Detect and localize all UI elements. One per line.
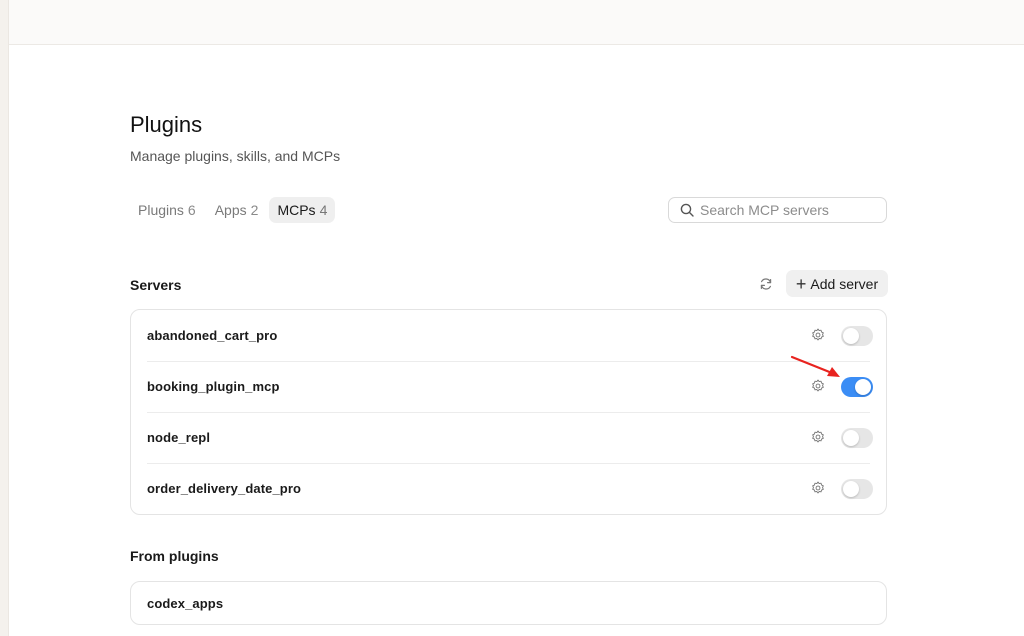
tab-label: Plugins xyxy=(138,202,184,218)
server-name: order_delivery_date_pro xyxy=(147,481,302,496)
tab-mcps[interactable]: MCPs 4 xyxy=(269,197,336,223)
add-server-label: Add server xyxy=(810,275,879,292)
plugin-server-row[interactable]: codex_apps xyxy=(131,582,886,624)
tab-apps[interactable]: Apps 2 xyxy=(207,197,267,223)
tab-count: 4 xyxy=(319,202,328,218)
tab-label: Apps xyxy=(214,202,247,218)
toggle-knob xyxy=(843,481,859,497)
servers-section-title: Servers xyxy=(130,277,182,293)
gear-icon[interactable] xyxy=(811,379,825,393)
server-row: order_delivery_date_pro xyxy=(131,463,886,514)
toggle-knob xyxy=(843,328,859,344)
tab-label: MCPs xyxy=(277,202,316,218)
servers-list: abandoned_cart_pro booking_plugin_mcp no… xyxy=(130,309,887,515)
plugin-server-name: codex_apps xyxy=(147,595,224,611)
server-row: abandoned_cart_pro xyxy=(131,310,886,361)
toggle-knob xyxy=(855,379,871,395)
tab-count: 6 xyxy=(187,202,196,218)
add-server-button[interactable]: + Add server xyxy=(786,270,888,297)
server-row: node_repl xyxy=(131,412,886,463)
page-subtitle: Manage plugins, skills, and MCPs xyxy=(130,148,341,164)
app-window: Plugins Manage plugins, skills, and MCPs… xyxy=(8,0,1024,636)
top-bar xyxy=(9,0,1024,45)
page-title: Plugins xyxy=(130,112,203,137)
server-name: node_repl xyxy=(147,430,211,445)
enable-toggle[interactable] xyxy=(841,479,873,499)
tab-bar: Plugins 6 Apps 2 MCPs 4 xyxy=(130,197,338,225)
enable-toggle[interactable] xyxy=(841,377,873,397)
server-name: abandoned_cart_pro xyxy=(147,328,278,343)
tab-plugins[interactable]: Plugins 6 xyxy=(130,197,204,223)
toggle-knob xyxy=(843,430,859,446)
tab-count: 2 xyxy=(250,202,259,218)
server-row: booking_plugin_mcp xyxy=(131,361,886,412)
search-box[interactable] xyxy=(668,197,887,223)
gear-icon[interactable] xyxy=(811,430,825,444)
gear-icon[interactable] xyxy=(811,328,825,342)
enable-toggle[interactable] xyxy=(841,326,873,346)
enable-toggle[interactable] xyxy=(841,428,873,448)
from-plugins-section-title: From plugins xyxy=(130,548,219,564)
gear-icon[interactable] xyxy=(811,481,825,495)
search-input[interactable] xyxy=(700,202,886,218)
server-name: booking_plugin_mcp xyxy=(147,379,280,394)
from-plugins-list: codex_apps xyxy=(130,581,887,625)
refresh-icon[interactable] xyxy=(758,276,774,292)
search-icon xyxy=(680,203,694,217)
plus-icon: + xyxy=(795,273,807,294)
